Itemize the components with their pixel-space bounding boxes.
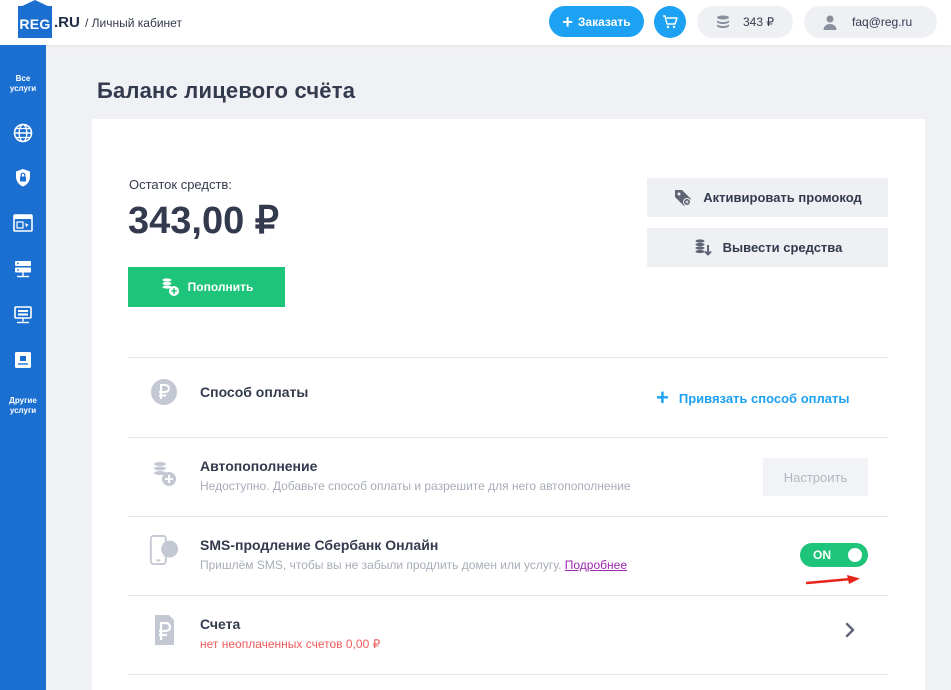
coins-plus-icon	[162, 278, 179, 296]
sidebar-item-hosting[interactable]	[12, 258, 34, 280]
order-button[interactable]: + Заказать	[549, 6, 644, 37]
shield-lock-icon	[16, 169, 30, 187]
globe-icon	[13, 123, 33, 143]
browser-window-icon	[13, 214, 33, 232]
divider	[128, 674, 888, 675]
autopay-setup-button[interactable]: Настроить	[763, 458, 868, 496]
coins-down-icon	[695, 238, 712, 256]
vps-icon	[15, 352, 31, 368]
cart-icon	[663, 15, 678, 29]
toggle-state-label: ON	[813, 548, 831, 562]
autopay-setup-label: Настроить	[783, 469, 848, 485]
user-pill[interactable]: faq@reg.ru	[804, 6, 937, 38]
withdraw-label: Вывести средства	[722, 240, 843, 255]
sidebar-other-services-line2: услуги	[9, 406, 37, 415]
user-email: faq@reg.ru	[852, 15, 913, 29]
sidebar-item-sites[interactable]	[12, 212, 34, 234]
sidebar-item-all-services[interactable]: Все услуги	[0, 74, 46, 94]
reg-ru-logo[interactable]: REG .RU	[18, 0, 80, 38]
topup-button-label: Пополнить	[187, 280, 254, 294]
sidebar-item-vps[interactable]	[12, 349, 34, 371]
server-icon	[15, 261, 31, 278]
sms-more-link[interactable]: Подробнее	[565, 558, 627, 572]
payment-method-title: Способ оплаты	[200, 384, 309, 400]
logo-main-text: REG	[19, 16, 51, 32]
breadcrumb: / Личный кабинет	[85, 16, 182, 30]
balance-label: Остаток средств:	[129, 177, 232, 192]
sidebar-all-services-line1: Все	[15, 74, 31, 83]
chevron-right-icon[interactable]	[843, 621, 857, 639]
sms-renewal-subtitle: Пришлём SMS, чтобы вы не забыли продлить…	[200, 558, 627, 572]
sms-renewal-toggle[interactable]: ON	[800, 543, 868, 567]
sidebar-item-domains[interactable]	[12, 122, 34, 144]
bind-payment-method-link[interactable]: + Привязать способ оплаты	[656, 387, 849, 409]
sidebar-item-ssl[interactable]	[12, 167, 34, 189]
invoice-ruble-icon	[148, 614, 180, 646]
topup-button[interactable]: Пополнить	[128, 267, 285, 307]
balance-amount: 343,00 ₽	[128, 200, 279, 242]
bind-payment-method-label: Привязать способ оплаты	[678, 390, 850, 406]
divider	[128, 357, 888, 358]
red-arrow-annotation	[805, 575, 860, 585]
divider	[128, 595, 888, 596]
sidebar-item-servers[interactable]	[12, 304, 34, 326]
logo-house-icon: REG	[18, 0, 52, 38]
autopay-subtitle: Недоступно. Добавьте способ оплаты и раз…	[200, 479, 631, 493]
plus-icon: +	[656, 385, 669, 410]
autopay-title: Автопополнение	[200, 458, 318, 474]
sidebar-item-other-services[interactable]: Другие услуги	[0, 396, 46, 416]
toggle-knob	[848, 548, 862, 562]
logo-suffix-text: .RU	[54, 13, 80, 31]
invoices-title: Счета	[200, 616, 241, 632]
withdraw-button[interactable]: Вывести средства	[647, 228, 888, 267]
plus-icon: +	[562, 11, 573, 32]
top-bar: REG .RU / Личный кабинет + Заказать 343 …	[0, 0, 951, 45]
activate-promo-button[interactable]: Активировать промокод	[647, 178, 888, 217]
sidebar: Все услуги Другие услуги	[0, 45, 46, 690]
order-button-label: Заказать	[577, 14, 631, 29]
sms-renewal-subtitle-text: Пришлём SMS, чтобы вы не забыли продлить…	[200, 558, 562, 572]
divider	[128, 437, 888, 438]
balance-pill[interactable]: 343 ₽	[697, 6, 793, 38]
coins-icon	[717, 15, 729, 28]
coins-plus-icon	[148, 457, 180, 489]
invoices-subtitle: нет неоплаченных счетов 0,00 ₽	[200, 637, 381, 651]
page-title: Баланс лицевого счёта	[97, 78, 356, 103]
sidebar-other-services-line1: Другие	[9, 396, 37, 405]
activate-promo-label: Активировать промокод	[703, 190, 862, 205]
cart-button[interactable]	[654, 6, 686, 38]
monitor-network-icon	[14, 306, 32, 324]
phone-chat-icon	[148, 534, 180, 566]
ruble-circle-icon	[148, 376, 180, 408]
divider	[128, 516, 888, 517]
sms-renewal-title: SMS-продление Сбербанк Онлайн	[200, 537, 439, 553]
user-icon	[823, 15, 837, 30]
tag-icon	[675, 189, 692, 206]
balance-value: 343 ₽	[743, 15, 774, 29]
sidebar-all-services-line2: услуги	[9, 84, 37, 93]
